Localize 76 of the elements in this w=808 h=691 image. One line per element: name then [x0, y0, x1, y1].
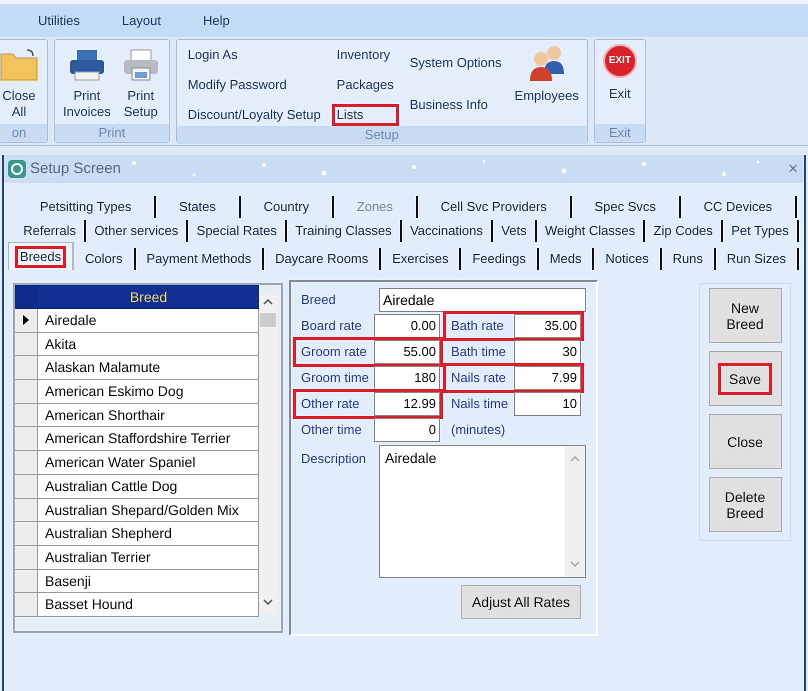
action-button[interactable]: Close — [708, 414, 782, 469]
field-label: Board rate — [300, 317, 363, 336]
ribbon-link[interactable]: Modify Password — [182, 74, 326, 96]
action-button[interactable]: Delete Breed — [708, 477, 782, 532]
app-icon — [8, 160, 26, 178]
table-cell[interactable]: American Staffordshire Terrier — [38, 427, 259, 452]
field-label: Groom rate — [300, 343, 368, 362]
ribbon-link[interactable]: Business Info — [404, 94, 507, 116]
scroll-thumb[interactable] — [260, 313, 276, 327]
group-label: on — [0, 124, 47, 142]
exit-icon: EXIT — [602, 44, 637, 78]
field-label: Nails rate — [450, 369, 507, 388]
window-title: Setup Screen — [30, 158, 121, 179]
field-label: Bath time — [450, 343, 507, 362]
table-cell[interactable]: Airedale — [38, 309, 259, 333]
column-header: Breed — [38, 285, 259, 309]
ribbon-button[interactable]: Employees — [512, 44, 581, 104]
scroll-up-icon — [263, 299, 273, 305]
ribbon-link[interactable]: Packages — [332, 74, 399, 96]
highlight-frame: Breeds — [14, 246, 66, 268]
field-label: Breed — [300, 291, 337, 310]
input-field[interactable]: 0.00 — [374, 314, 440, 338]
ribbon-link[interactable]: Lists — [332, 104, 399, 126]
table-cell[interactable]: Australian Shepherd — [38, 522, 259, 546]
input-field[interactable]: 180 — [374, 366, 440, 390]
group-label: Exit — [594, 124, 645, 142]
menu-item[interactable]: Help — [202, 10, 230, 30]
input-field[interactable]: 35.00 — [514, 314, 581, 338]
ribbon-link[interactable]: Discount/Loyalty Setup — [182, 104, 326, 126]
input-field[interactable]: 7.99 — [514, 366, 581, 390]
input-field[interactable]: 30 — [514, 340, 581, 364]
scroll-up-icon — [570, 456, 580, 462]
table-cell[interactable]: Australian Shepard/Golden Mix — [38, 498, 259, 522]
input-field[interactable]: 12.99 — [374, 392, 440, 416]
field-label: Groom time — [300, 369, 370, 388]
table-cell[interactable]: American Water Spaniel — [38, 451, 259, 475]
ribbon-link[interactable]: Inventory — [332, 44, 399, 66]
ribbon-button[interactable]: Print Invoices — [61, 44, 113, 120]
table-cell[interactable]: Basset Hound — [38, 593, 259, 617]
text-area[interactable]: Airedale — [379, 445, 586, 578]
header-corner — [15, 285, 38, 309]
exit-button[interactable]: EXIT Exit — [600, 44, 639, 102]
table-cell[interactable]: Basenji — [38, 570, 259, 594]
folder-icon — [0, 48, 39, 82]
input-field[interactable]: Airedale — [379, 288, 586, 312]
table-cell[interactable]: American Shorthair — [38, 404, 259, 428]
action-button[interactable]: Save — [708, 351, 782, 406]
field-label: Other time — [300, 421, 363, 440]
field-label: Nails time — [450, 395, 510, 414]
scroll-down-icon — [570, 561, 580, 567]
input-field[interactable]: 0 — [374, 418, 440, 442]
table-cell[interactable]: American Eskimo Dog — [38, 380, 259, 404]
unit-label: (minutes) — [450, 421, 506, 440]
ribbon-button[interactable]: Close All — [0, 44, 41, 120]
input-field[interactable]: 10 — [514, 392, 581, 416]
group-label: Print — [55, 124, 169, 142]
group-label: Setup — [176, 126, 587, 144]
ribbon-link[interactable]: Login As — [182, 44, 326, 66]
field-label: Description — [300, 450, 368, 468]
input-field[interactable]: 55.00 — [374, 340, 440, 364]
field-label: Bath rate — [450, 317, 505, 336]
menu-item[interactable]: Layout — [122, 10, 161, 30]
action-button[interactable]: New Breed — [708, 288, 782, 343]
table-cell[interactable]: Alaskan Malamute — [38, 356, 259, 380]
tab[interactable]: Breeds — [8, 242, 74, 270]
ribbon-link[interactable]: System Options — [404, 52, 507, 74]
row-header[interactable] — [15, 309, 38, 333]
scroll-down-icon — [263, 599, 273, 605]
adjust-rates-button[interactable]: Adjust All Rates — [461, 585, 581, 619]
table-cell[interactable]: Australian Terrier — [38, 546, 259, 570]
table-cell[interactable]: Akita — [38, 332, 259, 356]
table-cell[interactable]: Australian Cattle Dog — [38, 474, 259, 498]
menu-item[interactable]: Utilities — [38, 10, 80, 30]
field-label: Other rate — [300, 395, 361, 414]
ribbon-button[interactable]: Print Setup — [118, 44, 163, 120]
current-row-icon — [23, 315, 29, 326]
